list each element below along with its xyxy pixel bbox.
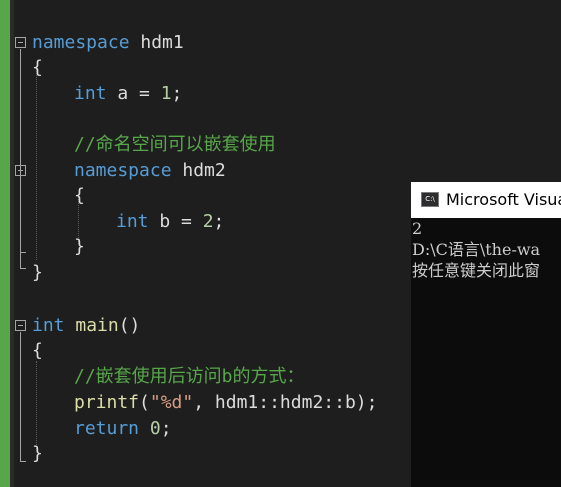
code-line[interactable]: } [74,235,85,259]
console-app-icon: C:\ [421,192,439,207]
code-line[interactable]: int a = 1; [74,82,182,106]
collapse-namespace-hdm2-icon[interactable] [15,165,26,176]
indent-guide [36,361,37,451]
code-line[interactable]: { [32,339,43,363]
code-editor[interactable]: namespace hdm1 { int a = 1; //命名空间可以嵌套使用… [14,0,411,487]
code-line[interactable]: namespace hdm2 [74,159,226,183]
code-line[interactable]: namespace hdm1 [32,31,184,55]
fold-region-end [20,461,26,462]
console-output-line: 2 [412,219,423,238]
code-line[interactable]: int b = 2; [116,210,224,234]
fold-region-end [20,268,26,269]
fold-region-line [20,332,21,462]
code-line[interactable]: printf("%d", hdm1::hdm2::b); [74,391,377,415]
console-output-line: 按任意键关闭此窗 [412,261,541,280]
code-line[interactable]: } [32,261,43,285]
code-line[interactable]: int main() [32,314,140,338]
indent-guide [36,66,37,260]
code-line[interactable]: //命名空间可以嵌套使用 [74,133,276,157]
console-output-line: D:\C语言\the-wa [412,240,541,259]
code-line[interactable]: //嵌套使用后访问b的方式： [74,365,305,389]
collapse-namespace-hdm1-icon[interactable] [15,37,26,48]
console-title-bar[interactable]: C:\ Microsoft Visual [411,182,561,218]
console-window[interactable]: C:\ Microsoft Visual 2 D:\C语言\the-wa 按任意… [411,182,561,487]
code-line[interactable]: return 0; [74,417,172,441]
console-window-title: Microsoft Visual [446,190,561,209]
code-line[interactable]: { [32,56,43,80]
code-line[interactable]: { [74,184,85,208]
fold-region-line [20,177,21,253]
fold-region-end [20,252,26,253]
change-tracking-margin [0,0,10,487]
code-line[interactable]: } [32,442,43,466]
collapse-main-icon[interactable] [15,320,26,331]
